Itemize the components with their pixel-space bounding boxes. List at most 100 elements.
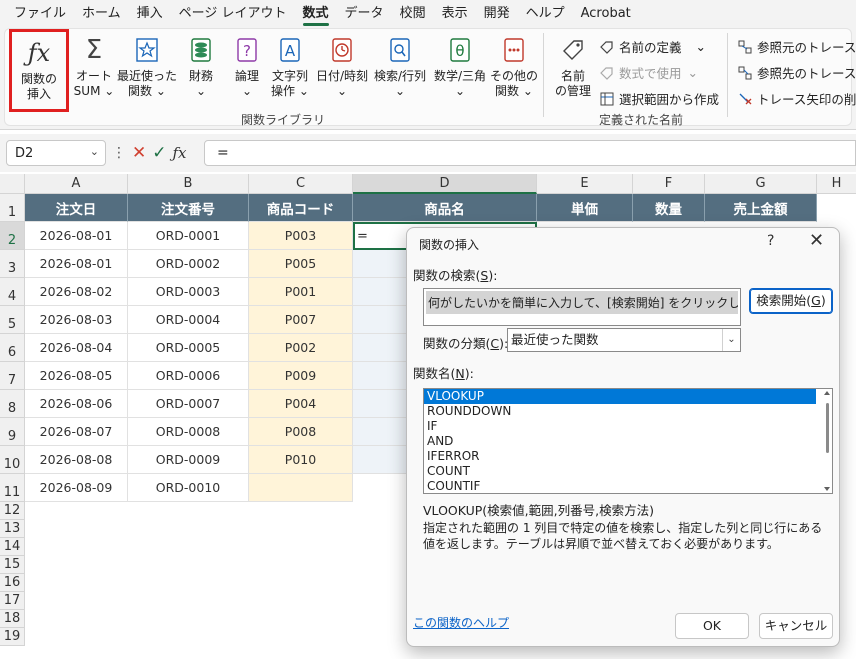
formula-input[interactable]: = [204,140,856,166]
name-box-dropdown-icon[interactable]: ⌄ [90,145,99,158]
scrollbar-thumb[interactable] [826,403,829,453]
column-header-B[interactable]: B [128,174,249,194]
math-trig-button[interactable]: θ 数学/三角 ⌄ [429,35,491,99]
menu-tab-0[interactable]: ファイル [6,0,74,28]
header-cell-4[interactable]: 単価 [537,194,633,222]
search-go-button[interactable]: 検索開始(G) [749,288,833,314]
table-cell-order[interactable]: ORD-0009 [128,446,249,474]
row-header-16[interactable]: 16 [0,574,25,592]
menu-tab-3[interactable]: ページ レイアウト [171,0,295,28]
close-icon[interactable]: ✕ [809,230,824,251]
header-cell-0[interactable]: 注文日 [25,194,128,222]
function-list-item[interactable]: AND [424,434,816,449]
logical-button[interactable]: ? 論理 ⌄ [227,35,267,99]
row-header-2[interactable]: 2 [0,222,25,250]
table-cell-order[interactable]: ORD-0001 [128,222,249,250]
function-search-input[interactable]: 何がしたいかを簡単に入力して、[検索開始] をクリックしてください。 [423,288,741,326]
table-cell-code[interactable]: P003 [249,222,353,250]
menu-tab-5[interactable]: データ [337,0,392,28]
lookup-reference-button[interactable]: 検索/行列 ⌄ [371,35,429,99]
scroll-down-icon[interactable] [824,487,830,491]
recent-functions-button[interactable]: 最近使った 関数 ⌄ [117,35,177,99]
function-listbox[interactable]: VLOOKUP ROUNDDOWN IF AND IFERROR COUNT COUNTIF [423,388,833,494]
header-cell-1[interactable]: 注文番号 [128,194,249,222]
row-header-11[interactable]: 11 [0,474,25,502]
row-header-1[interactable]: 1 [0,194,25,222]
column-header-C[interactable]: C [249,174,353,194]
menu-tab-1[interactable]: ホーム [74,0,129,28]
row-header-17[interactable]: 17 [0,592,25,610]
table-cell-code[interactable]: P008 [249,418,353,446]
column-header-E[interactable]: E [537,174,633,194]
table-cell-order[interactable]: ORD-0002 [128,250,249,278]
financial-button[interactable]: 財務 ⌄ [181,35,221,99]
header-cell-2[interactable]: 商品コード [249,194,353,222]
datetime-button[interactable]: 日付/時刻 ⌄ [313,35,371,99]
row-header-19[interactable]: 19 [0,628,25,646]
column-header-D[interactable]: D [353,174,537,194]
column-header-H[interactable]: H [817,174,856,194]
menu-tab-9[interactable]: ヘルプ [518,0,573,28]
menu-tab-7[interactable]: 表示 [434,0,476,28]
table-cell-order[interactable]: ORD-0005 [128,334,249,362]
chevron-down-icon[interactable]: ⌄ [722,329,740,351]
header-cell-6[interactable]: 売上金額 [705,194,817,222]
ok-button[interactable]: OK [675,613,749,639]
use-in-formula-button[interactable]: 数式で使用 ⌄ [599,63,698,82]
help-question-icon[interactable]: ? [767,233,774,249]
insert-function-button[interactable]: ƒx 関数の 挿入 [9,29,69,112]
column-header-A[interactable]: A [25,174,128,194]
more-options-icon[interactable]: ⋮ [112,145,126,161]
create-from-selection-button[interactable]: 選択範囲から作成 [599,89,719,108]
define-name-button[interactable]: 名前の定義 ⌄ [599,37,706,56]
function-list-item[interactable]: COUNT [424,464,816,479]
header-cell-3[interactable]: 商品名 [353,194,537,222]
menu-tab-4[interactable]: 数式 [295,0,337,28]
table-cell-date[interactable]: 2026-08-08 [25,446,128,474]
table-cell-code[interactable]: P002 [249,334,353,362]
trace-precedents-button[interactable]: 参照元のトレース [737,37,856,56]
column-header-F[interactable]: F [633,174,705,194]
table-cell-order[interactable]: ORD-0006 [128,362,249,390]
name-manager-button[interactable]: 名前 の管理 [551,35,595,99]
cancel-icon[interactable]: ✕ [132,143,146,163]
table-cell-code[interactable]: P001 [249,278,353,306]
table-cell-code[interactable] [249,474,353,502]
table-cell-date[interactable]: 2026-08-04 [25,334,128,362]
table-cell-order[interactable]: ORD-0008 [128,418,249,446]
row-header-9[interactable]: 9 [0,418,25,446]
table-cell-order[interactable]: ORD-0010 [128,474,249,502]
enter-check-icon[interactable]: ✓ [152,143,166,163]
row-header-14[interactable]: 14 [0,538,25,556]
function-list-item[interactable]: ROUNDDOWN [424,404,816,419]
table-cell-code[interactable]: P005 [249,250,353,278]
menu-tab-8[interactable]: 開発 [476,0,518,28]
trace-dependents-button[interactable]: 参照先のトレース [737,63,856,82]
row-header-12[interactable]: 12 [0,502,25,520]
name-box[interactable]: D2 ⌄ [6,140,106,166]
more-functions-button[interactable]: その他の 関数 ⌄ [489,35,539,99]
remove-arrows-button[interactable]: トレース矢印の削除 [737,89,856,108]
table-cell-date[interactable]: 2026-08-07 [25,418,128,446]
menu-tab-2[interactable]: 挿入 [129,0,171,28]
row-header-6[interactable]: 6 [0,334,25,362]
menu-tab-10[interactable]: Acrobat [573,0,639,28]
table-cell-date[interactable]: 2026-08-09 [25,474,128,502]
table-cell-order[interactable]: ORD-0004 [128,306,249,334]
row-header-15[interactable]: 15 [0,556,25,574]
function-list-item[interactable]: IFERROR [424,449,816,464]
table-cell-date[interactable]: 2026-08-03 [25,306,128,334]
function-list-item[interactable]: IF [424,419,816,434]
table-cell-date[interactable]: 2026-08-01 [25,222,128,250]
table-cell-order[interactable]: ORD-0003 [128,278,249,306]
text-functions-button[interactable]: A 文字列 操作 ⌄ [267,35,313,99]
row-header-18[interactable]: 18 [0,610,25,628]
menu-tab-6[interactable]: 校閲 [392,0,434,28]
function-list-item[interactable]: COUNTIF [424,479,816,493]
table-cell-date[interactable]: 2026-08-06 [25,390,128,418]
table-cell-date[interactable]: 2026-08-05 [25,362,128,390]
table-cell-code[interactable]: P009 [249,362,353,390]
scroll-up-icon[interactable] [824,391,830,395]
row-header-4[interactable]: 4 [0,278,25,306]
row-header-10[interactable]: 10 [0,446,25,474]
